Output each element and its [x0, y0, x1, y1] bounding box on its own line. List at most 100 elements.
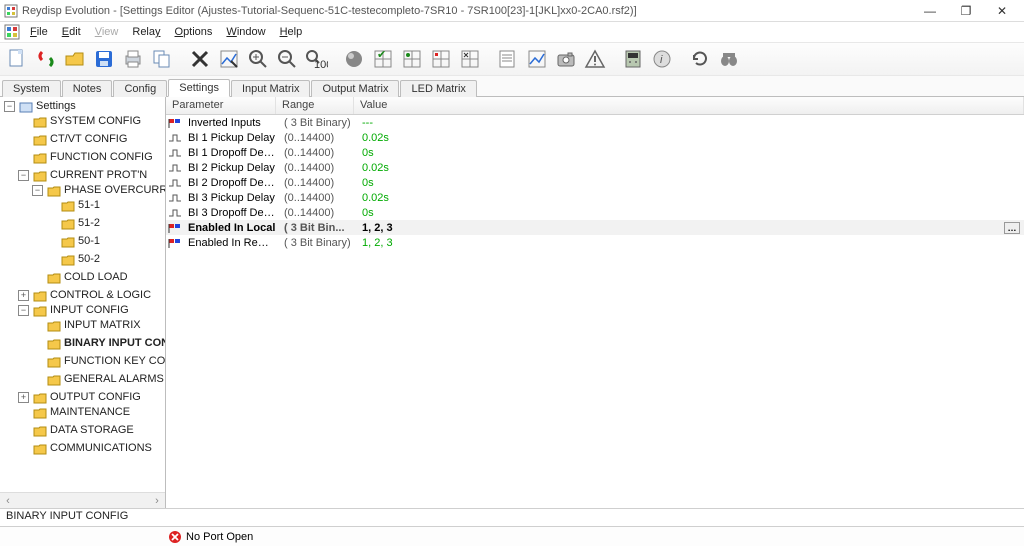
menu-help[interactable]: Help — [274, 25, 309, 39]
menu-relay[interactable]: Relay — [126, 25, 166, 39]
svg-text:100: 100 — [314, 59, 328, 70]
sphere-button[interactable] — [341, 46, 367, 72]
maximize-button[interactable]: ❐ — [948, 1, 984, 21]
tree-ctvt-config[interactable]: CT/VT CONFIG — [18, 132, 131, 147]
tree-data-storage[interactable]: DATA STORAGE — [18, 423, 138, 438]
cell-parameter: BI 1 Dropoff Delay — [184, 147, 280, 159]
settings-tree[interactable]: −Settings SYSTEM CONFIG CT/VT CONFIG FUN… — [0, 97, 166, 508]
svg-text:✔: ✔ — [377, 49, 386, 61]
doc-icon — [4, 24, 20, 40]
tree-output-config[interactable]: +OUTPUT CONFIG — [18, 390, 145, 405]
edit-ellipsis-button[interactable]: … — [1004, 222, 1020, 234]
row-icon — [168, 192, 182, 204]
grid3-button[interactable] — [428, 46, 454, 72]
grid-row[interactable]: BI 1 Dropoff Delay(0..14400)0s — [166, 145, 1024, 160]
delete-button[interactable] — [187, 46, 213, 72]
selection-label-bar: BINARY INPUT CONFIG — [0, 508, 1024, 526]
cell-value: 0.02s — [358, 192, 393, 204]
chart-select-button[interactable] — [216, 46, 242, 72]
tree-input-matrix[interactable]: INPUT MATRIX — [32, 318, 145, 333]
cell-value: 0s — [358, 147, 378, 159]
grid1-button[interactable]: ✔ — [370, 46, 396, 72]
camera-button[interactable] — [553, 46, 579, 72]
close-button[interactable]: ✕ — [984, 1, 1020, 21]
grid-row[interactable]: BI 2 Pickup Delay(0..14400)0.02s — [166, 160, 1024, 175]
grid-row[interactable]: BI 2 Dropoff Delay(0..14400)0s — [166, 175, 1024, 190]
tree-51-2[interactable]: 51-2 — [46, 216, 104, 231]
grid-row[interactable]: Enabled In Local( 3 Bit Bin...1, 2, 3… — [166, 220, 1024, 235]
minimize-button[interactable]: — — [912, 1, 948, 21]
tree-function-key-config[interactable]: FUNCTION KEY CONFIG — [32, 354, 166, 369]
tree-control-logic[interactable]: +CONTROL & LOGIC — [18, 288, 155, 303]
menu-window[interactable]: Window — [220, 25, 271, 39]
cell-range: (0..14400) — [280, 132, 358, 144]
menu-view[interactable]: View — [89, 25, 125, 39]
binoculars-button[interactable] — [716, 46, 742, 72]
chart-button[interactable] — [524, 46, 550, 72]
row-icon — [168, 147, 182, 159]
menu-edit[interactable]: Edit — [56, 25, 87, 39]
menu-options[interactable]: Options — [169, 25, 219, 39]
grid-row[interactable]: BI 1 Pickup Delay(0..14400)0.02s — [166, 130, 1024, 145]
row-icon — [168, 117, 182, 129]
tab-settings[interactable]: Settings — [168, 79, 230, 97]
cell-parameter: BI 3 Pickup Delay — [184, 192, 280, 204]
open-button[interactable] — [62, 46, 88, 72]
tree-input-config[interactable]: −INPUT CONFIG — [18, 303, 133, 318]
tab-config[interactable]: Config — [113, 80, 167, 97]
zoom-out-button[interactable] — [274, 46, 300, 72]
list-button[interactable] — [495, 46, 521, 72]
tab-output-matrix[interactable]: Output Matrix — [311, 80, 399, 97]
titlebar: Reydisp Evolution - [Settings Editor (Aj… — [0, 0, 1024, 22]
device-button[interactable] — [620, 46, 646, 72]
tree-cold-load[interactable]: COLD LOAD — [32, 270, 132, 285]
col-value[interactable]: Value — [354, 97, 1024, 114]
warning-button[interactable] — [582, 46, 608, 72]
cell-parameter: Inverted Inputs — [184, 117, 280, 129]
new-doc-button[interactable] — [4, 46, 30, 72]
tree-root[interactable]: −Settings — [4, 99, 80, 114]
col-range[interactable]: Range — [276, 97, 354, 114]
tree-51-1[interactable]: 51-1 — [46, 198, 104, 213]
tree-communications[interactable]: COMMUNICATIONS — [18, 441, 156, 456]
grid4-button[interactable] — [457, 46, 483, 72]
tree-horizontal-scrollbar[interactable]: ‹› — [0, 492, 165, 508]
save-button[interactable] — [91, 46, 117, 72]
tree-phase-overcurrent[interactable]: −PHASE OVERCURRENT — [32, 183, 166, 198]
window-title: Reydisp Evolution - [Settings Editor (Aj… — [22, 5, 912, 17]
tab-input-matrix[interactable]: Input Matrix — [231, 80, 310, 97]
tree-system-config[interactable]: SYSTEM CONFIG — [18, 114, 145, 129]
print-button[interactable] — [120, 46, 146, 72]
cell-parameter: BI 2 Dropoff Delay — [184, 177, 280, 189]
tree-50-1[interactable]: 50-1 — [46, 234, 104, 249]
grid-row[interactable]: Enabled In Remote( 3 Bit Binary)1, 2, 3 — [166, 235, 1024, 250]
tab-led-matrix[interactable]: LED Matrix — [400, 80, 476, 97]
tree-50-2[interactable]: 50-2 — [46, 252, 104, 267]
cell-range: (0..14400) — [280, 207, 358, 219]
grid2-button[interactable] — [399, 46, 425, 72]
tab-notes[interactable]: Notes — [62, 80, 113, 97]
tab-system[interactable]: System — [2, 80, 61, 97]
col-parameter[interactable]: Parameter — [166, 97, 276, 114]
info-button[interactable]: i — [649, 46, 675, 72]
copy-button[interactable] — [149, 46, 175, 72]
tree-current-protn[interactable]: −CURRENT PROT'N — [18, 168, 151, 183]
tree-maintenance[interactable]: MAINTENANCE — [18, 405, 134, 420]
zoom-100-button[interactable]: 100 — [303, 46, 329, 72]
grid-row[interactable]: BI 3 Pickup Delay(0..14400)0.02s — [166, 190, 1024, 205]
grid-row[interactable]: BI 3 Dropoff Delay(0..14400)0s — [166, 205, 1024, 220]
menu-file[interactable]: File — [24, 25, 54, 39]
cell-range: (0..14400) — [280, 192, 358, 204]
grid-row[interactable]: Inverted Inputs( 3 Bit Binary)--- — [166, 115, 1024, 130]
cell-value: 0.02s — [358, 162, 393, 174]
zoom-in-button[interactable] — [245, 46, 271, 72]
relay-connect-button[interactable] — [33, 46, 59, 72]
parameter-grid: Parameter Range Value Inverted Inputs( 3… — [166, 97, 1024, 508]
cell-parameter: BI 1 Pickup Delay — [184, 132, 280, 144]
tree-general-alarms[interactable]: GENERAL ALARMS — [32, 372, 166, 387]
tree-binary-input-config[interactable]: BINARY INPUT CONFIG — [32, 336, 166, 351]
menubar: File Edit View Relay Options Window Help — [0, 22, 1024, 42]
tree-function-config[interactable]: FUNCTION CONFIG — [18, 150, 157, 165]
status-bar: No Port Open — [0, 526, 1024, 546]
refresh-button[interactable] — [687, 46, 713, 72]
